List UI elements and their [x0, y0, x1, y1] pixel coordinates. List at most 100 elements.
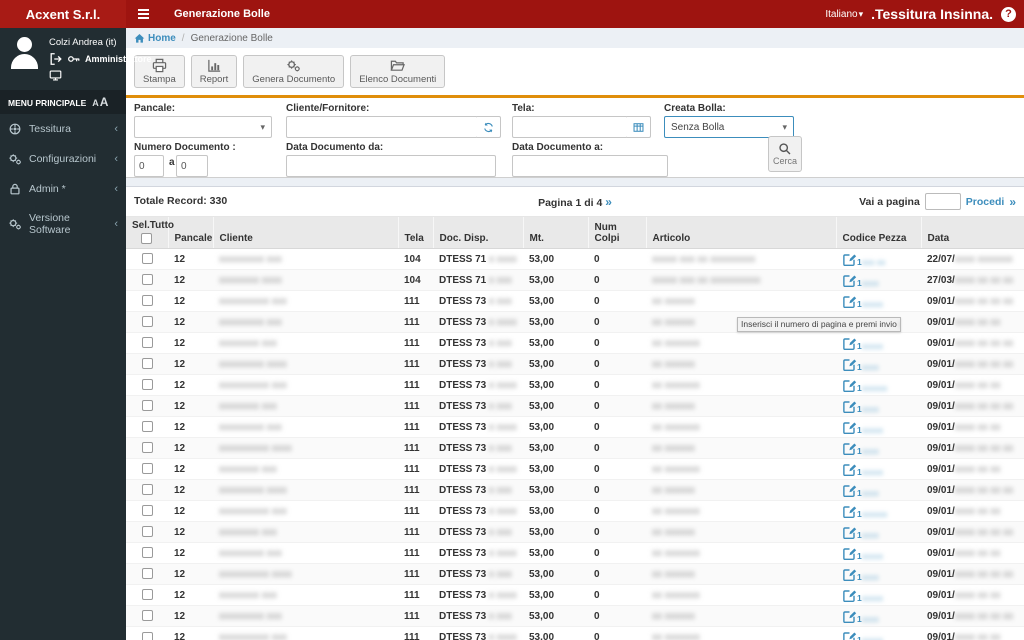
cell-articolo: xx xxxxxx — [646, 353, 836, 375]
sidebar-item-versione-software[interactable]: Versione Software ‹ — [0, 204, 126, 244]
pezza-link[interactable]: 1xxxx — [857, 572, 879, 582]
numero-da-input[interactable] — [134, 155, 164, 177]
cell-articolo: xx xxxxxx — [646, 521, 836, 543]
pezza-link[interactable]: 1xxx xx — [857, 257, 885, 267]
edit-pezza-icon[interactable] — [842, 546, 857, 561]
monitor-icon[interactable] — [49, 69, 62, 82]
row-checkbox[interactable] — [141, 295, 153, 307]
pezza-link[interactable]: 1xxxxx — [857, 341, 883, 351]
edit-pezza-icon[interactable] — [842, 357, 857, 372]
language-label: Italiano — [825, 8, 858, 20]
chevron-left-icon: ‹ — [114, 153, 118, 165]
row-checkbox[interactable] — [141, 421, 153, 433]
row-checkbox[interactable] — [141, 484, 153, 496]
edit-pezza-icon[interactable] — [842, 483, 857, 498]
row-checkbox[interactable] — [141, 589, 153, 601]
sidebar-item-tessitura[interactable]: Tessitura ‹ — [0, 114, 126, 144]
procedi-icon[interactable]: » — [1009, 195, 1016, 209]
font-size-toggle[interactable]: AA — [92, 95, 109, 109]
pezza-link[interactable]: 1xxxxx — [857, 551, 883, 561]
pezza-link[interactable]: 1xxxx — [857, 530, 879, 540]
key-icon — [68, 56, 80, 62]
cell-articolo: xx xxxxxxx — [646, 542, 836, 564]
pezza-link[interactable]: 1xxxx — [857, 488, 879, 498]
cell-tela: 111 — [398, 374, 433, 396]
row-checkbox[interactable] — [141, 379, 153, 391]
row-checkbox[interactable] — [141, 547, 153, 559]
sidebar-item-configurazioni[interactable]: Configurazioni ‹ — [0, 144, 126, 174]
row-checkbox[interactable] — [141, 463, 153, 475]
edit-pezza-icon[interactable] — [842, 399, 857, 414]
cliente-refresh-button[interactable] — [477, 116, 501, 138]
cell-doc-disp: DTESS 73 x xxx — [433, 521, 523, 543]
sidebar-item-admin[interactable]: Admin * ‹ — [0, 174, 126, 204]
data-a-input[interactable] — [512, 155, 668, 177]
cerca-button[interactable]: Cerca — [768, 136, 802, 172]
pezza-link[interactable]: 1xxxxx — [857, 635, 883, 640]
row-checkbox[interactable] — [141, 274, 153, 286]
hamburger-menu-icon[interactable] — [126, 0, 160, 28]
row-checkbox[interactable] — [141, 253, 153, 265]
pezza-link[interactable]: 1xxxx — [857, 614, 879, 624]
pezza-link[interactable]: 1xxxx — [857, 404, 879, 414]
edit-pezza-icon[interactable] — [842, 420, 857, 435]
page-number-input[interactable] — [924, 193, 961, 210]
edit-pezza-icon[interactable] — [842, 588, 857, 603]
edit-pezza-icon[interactable] — [842, 294, 857, 309]
header-tela: Tela — [398, 217, 434, 249]
cell-cliente: xxxxxxxxxx xxxx — [213, 437, 398, 459]
next-page-icon[interactable]: » — [605, 195, 612, 209]
edit-pezza-icon[interactable] — [842, 567, 857, 582]
pezza-link[interactable]: 1xxxxxx — [857, 509, 887, 519]
pezza-link[interactable]: 1xxxxx — [857, 425, 883, 435]
tela-lookup-button[interactable] — [627, 116, 651, 138]
pezza-link[interactable]: 1xxxx — [857, 362, 879, 372]
row-checkbox[interactable] — [141, 316, 153, 328]
edit-pezza-icon[interactable] — [842, 273, 857, 288]
row-checkbox[interactable] — [141, 610, 153, 622]
edit-pezza-icon[interactable] — [842, 441, 857, 456]
creata-bolla-select[interactable]: Senza Bolla ▾ — [664, 116, 794, 138]
edit-pezza-icon[interactable] — [842, 252, 857, 267]
pezza-link[interactable]: 1xxxx — [857, 446, 879, 456]
row-checkbox[interactable] — [141, 505, 153, 517]
pezza-link[interactable]: 1xxxx — [857, 278, 879, 288]
edit-pezza-icon[interactable] — [842, 630, 857, 640]
select-all-checkbox[interactable] — [141, 233, 153, 244]
edit-pezza-icon[interactable] — [842, 378, 857, 393]
cell-tela: 104 — [398, 269, 433, 291]
loom-wheel-icon — [9, 123, 21, 135]
genera-documento-button[interactable]: Genera Documento — [243, 55, 345, 88]
edit-pezza-icon[interactable] — [842, 504, 857, 519]
pezza-link[interactable]: 1xxxxx — [857, 299, 883, 309]
edit-pezza-icon[interactable] — [842, 336, 857, 351]
elenco-documenti-button[interactable]: Elenco Documenti — [350, 55, 446, 88]
app-logo[interactable]: Acxent S.r.l. — [0, 0, 126, 28]
row-checkbox[interactable] — [141, 400, 153, 412]
cell-doc-disp: DTESS 73 x xxx — [433, 395, 523, 417]
row-checkbox[interactable] — [141, 568, 153, 580]
row-checkbox[interactable] — [141, 337, 153, 349]
logout-icon[interactable] — [49, 52, 63, 66]
cell-data: 09/01/xxxx xx xx — [921, 311, 1024, 333]
pezza-link[interactable]: 1xxxxx — [857, 593, 883, 603]
cell-select — [126, 626, 168, 640]
report-button[interactable]: Report — [190, 55, 238, 88]
language-dropdown[interactable]: Italiano ▾ — [825, 9, 863, 20]
pezza-link[interactable]: 1xxxxxx — [857, 383, 887, 393]
help-icon[interactable]: ? — [1001, 6, 1016, 22]
row-checkbox[interactable] — [141, 442, 153, 454]
tela-input[interactable] — [512, 116, 628, 138]
row-checkbox[interactable] — [141, 526, 153, 538]
edit-pezza-icon[interactable] — [842, 525, 857, 540]
cliente-fornitore-input[interactable] — [286, 116, 478, 138]
data-da-input[interactable] — [286, 155, 496, 177]
row-checkbox[interactable] — [141, 358, 153, 370]
edit-pezza-icon[interactable] — [842, 462, 857, 477]
edit-pezza-icon[interactable] — [842, 609, 857, 624]
numero-a-input[interactable] — [176, 155, 208, 177]
row-checkbox[interactable] — [141, 631, 153, 640]
procedi-link[interactable]: Procedi — [966, 196, 1005, 208]
pezza-link[interactable]: 1xxxxx — [857, 467, 883, 477]
pancale-select[interactable]: ▾ — [134, 116, 272, 138]
